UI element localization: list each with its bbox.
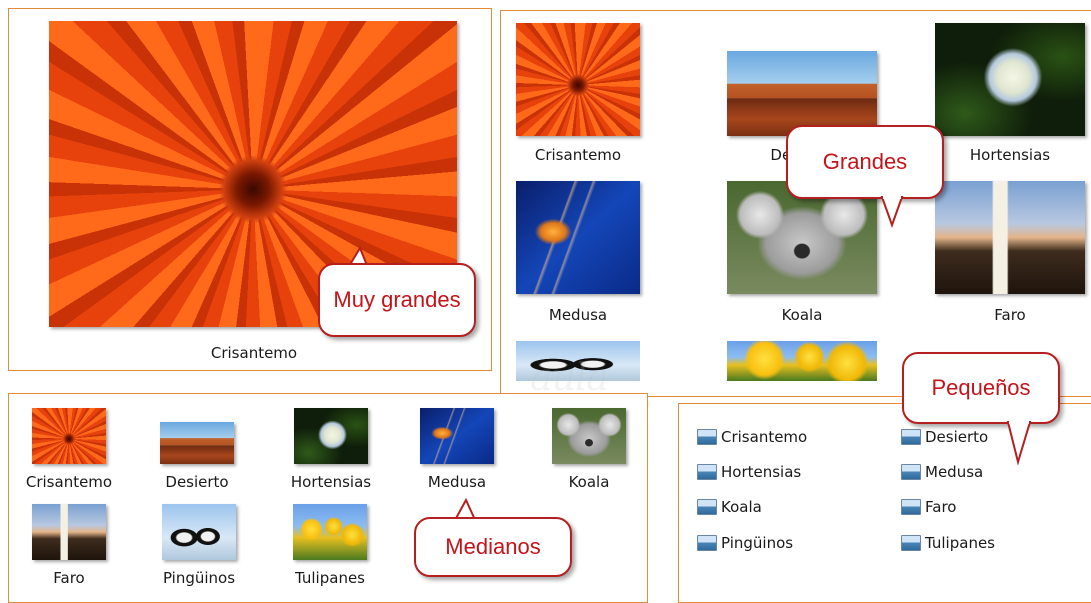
file-item-medusa[interactable]: Medusa <box>407 408 507 491</box>
hortensias-thumbnail <box>935 23 1085 136</box>
file-label: Medusa <box>548 306 608 324</box>
medusa-thumbnail <box>420 408 494 464</box>
file-item-crisantemo[interactable]: Crisantemo <box>516 23 640 164</box>
file-item-medusa[interactable]: Medusa <box>516 181 640 324</box>
file-label: Medusa <box>427 473 487 491</box>
file-item-desierto[interactable]: Desierto <box>147 408 247 491</box>
file-item-crisantemo[interactable]: Crisantemo <box>13 408 125 491</box>
file-item-pinguinos[interactable]: Pingüinos <box>697 534 793 552</box>
crisantemo-thumbnail <box>32 408 106 464</box>
pinguinos-thumbnail <box>162 504 236 560</box>
file-label: Hortensias <box>290 473 372 491</box>
file-label: Faro <box>994 306 1026 324</box>
file-label: Crisantemo <box>210 344 298 362</box>
callout-tail-icon <box>1006 420 1032 466</box>
callout-label: Pequeños <box>931 375 1031 400</box>
image-file-icon <box>697 535 717 551</box>
file-item-koala[interactable]: Koala <box>697 498 762 516</box>
file-label: Pingüinos <box>162 569 236 587</box>
file-item-desierto[interactable]: Desierto <box>901 428 988 446</box>
file-label: Hortensias <box>721 463 802 481</box>
file-label: Crisantemo <box>25 473 113 491</box>
callout-tail-icon <box>880 195 904 228</box>
callout-label: Medianos <box>445 534 541 559</box>
large-icons-panel: Crisantemo Desierto Hortensias Medusa Ko… <box>500 10 1091 397</box>
hortensias-thumbnail <box>294 408 368 464</box>
crisantemo-thumbnail <box>516 23 640 136</box>
file-item-faro[interactable]: Faro <box>19 504 119 587</box>
image-file-icon <box>901 464 921 480</box>
file-item-tulipanes[interactable]: Tulipanes <box>280 504 380 587</box>
faro-thumbnail <box>935 181 1085 294</box>
image-file-icon <box>901 499 921 515</box>
medusa-thumbnail <box>516 181 640 294</box>
file-item-faro[interactable]: Faro <box>901 498 956 516</box>
file-label: Faro <box>925 498 957 516</box>
tulipanes-thumbnail <box>293 504 367 560</box>
file-item-hortensias[interactable]: Hortensias <box>275 408 387 491</box>
file-label: Crisantemo <box>721 428 808 446</box>
desierto-thumbnail <box>727 51 877 136</box>
desierto-thumbnail <box>160 422 234 464</box>
file-item-hortensias[interactable]: Hortensias <box>935 23 1085 164</box>
file-item-koala[interactable]: Koala <box>539 408 639 491</box>
file-item-crisantemo[interactable]: Crisantemo <box>697 428 807 446</box>
callout-medianos: Medianos <box>414 517 572 577</box>
file-label: Desierto <box>165 473 229 491</box>
file-label: Koala <box>568 473 610 491</box>
image-file-icon <box>901 535 921 551</box>
callout-grandes: Grandes <box>786 125 944 199</box>
file-label: Hortensias <box>969 146 1051 164</box>
file-label: Pingüinos <box>721 534 794 552</box>
file-item-pinguinos[interactable]: Pingüinos <box>149 504 249 587</box>
koala-thumbnail <box>552 408 626 464</box>
file-item-koala[interactable]: Koala <box>727 181 877 324</box>
callout-muy-grandes: Muy grandes <box>318 263 476 337</box>
file-label: Tulipanes <box>925 534 995 552</box>
file-label: Koala <box>721 498 762 516</box>
image-file-icon <box>697 464 717 480</box>
image-file-icon <box>901 429 921 445</box>
file-label: Medusa <box>925 463 984 481</box>
file-label: Desierto <box>925 428 989 446</box>
image-file-icon <box>697 499 717 515</box>
image-file-icon <box>697 429 717 445</box>
file-item-tulipanes[interactable] <box>727 341 877 381</box>
tulipanes-thumbnail <box>727 341 877 381</box>
file-item-faro[interactable]: Faro <box>935 181 1085 324</box>
callout-label: Muy grandes <box>333 287 461 312</box>
file-item-hortensias[interactable]: Hortensias <box>697 463 801 481</box>
file-item-medusa[interactable]: Medusa <box>901 463 983 481</box>
callout-pequenos: Pequeños <box>902 352 1060 424</box>
file-label: Crisantemo <box>534 146 622 164</box>
callout-label: Grandes <box>822 149 908 174</box>
faro-thumbnail <box>32 504 106 560</box>
file-label: Tulipanes <box>295 569 365 587</box>
file-label: Faro <box>53 569 85 587</box>
file-item-tulipanes[interactable]: Tulipanes <box>901 534 995 552</box>
file-label: Koala <box>781 306 823 324</box>
